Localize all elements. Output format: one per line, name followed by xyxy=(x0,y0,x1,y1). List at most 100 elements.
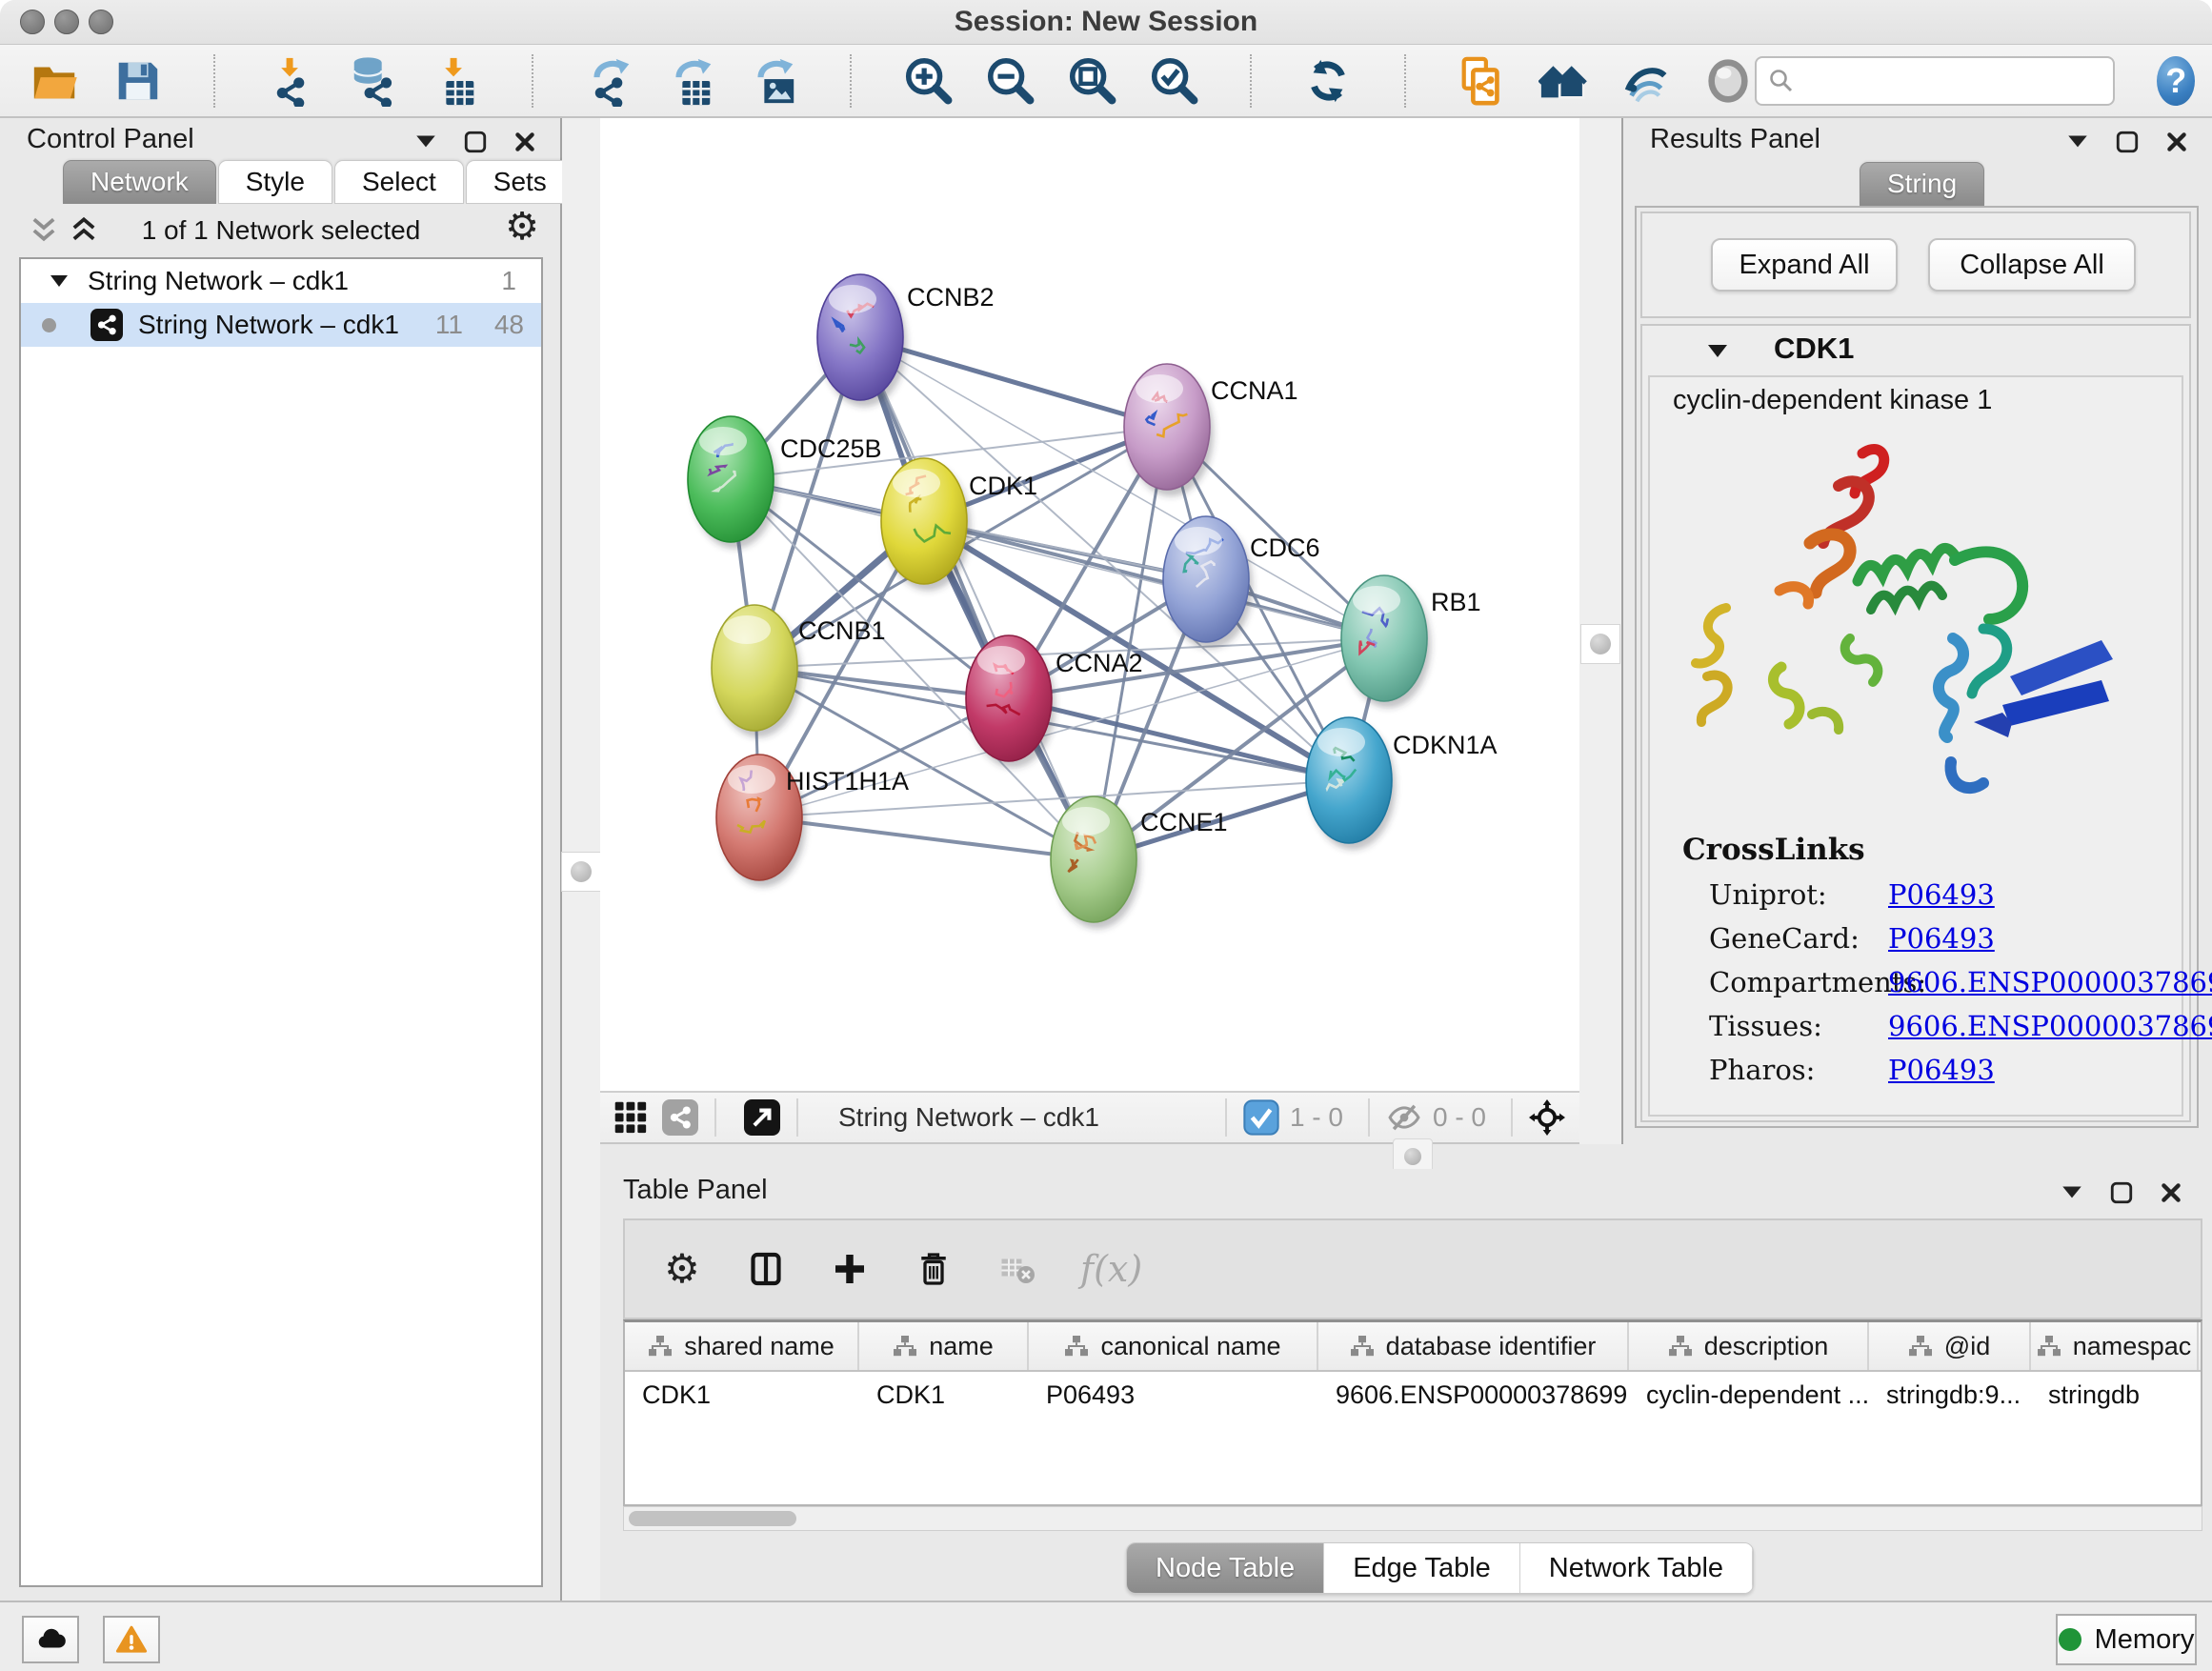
cloud-icon xyxy=(34,1623,67,1656)
crosslink-label: Uniprot: xyxy=(1709,878,1827,911)
cytoscape-window: Session: New Session ? Control Panel Net… xyxy=(0,0,2212,1671)
network-row-selected[interactable]: String Network – cdk1 11 48 xyxy=(21,303,541,347)
delete-column-icon[interactable] xyxy=(913,1248,955,1290)
crosslink-label: Pharos: xyxy=(1709,1054,1815,1086)
zoom-out-icon[interactable] xyxy=(983,54,1036,108)
export-network-icon[interactable] xyxy=(583,54,636,108)
float-panel-icon[interactable] xyxy=(413,130,438,154)
scrollbar-thumb[interactable] xyxy=(629,1511,796,1526)
network-edge-CCNE1-HIST1H1A[interactable] xyxy=(759,817,1094,859)
collection-expand-icon[interactable] xyxy=(48,266,70,296)
close-panel-icon[interactable] xyxy=(2159,1180,2183,1205)
column-header-database-identifier[interactable]: database identifier xyxy=(1318,1322,1629,1370)
selected-nodes-checkbox[interactable] xyxy=(1242,1098,1280,1137)
home-icon[interactable] xyxy=(1538,54,1591,108)
close-panel-icon[interactable] xyxy=(513,130,537,154)
search-field[interactable] xyxy=(1755,56,2115,106)
network-node-CDC6[interactable] xyxy=(1163,516,1253,649)
import-network-from-database-icon[interactable] xyxy=(347,54,400,108)
section-collapse-icon[interactable] xyxy=(1705,341,1730,365)
close-panel-icon[interactable] xyxy=(2164,130,2189,154)
apply-layout-icon[interactable] xyxy=(1301,54,1355,108)
crosslink-link[interactable]: P06493 xyxy=(1888,878,1995,911)
zoom-in-icon[interactable] xyxy=(901,54,955,108)
zoom-fit-icon[interactable] xyxy=(1065,54,1118,108)
network-node-CDC25B[interactable] xyxy=(688,416,777,549)
tab-string[interactable]: String xyxy=(1860,162,1984,206)
detach-view-icon[interactable] xyxy=(743,1098,781,1137)
open-session-icon[interactable] xyxy=(29,54,82,108)
network-node-CCNA2[interactable] xyxy=(966,635,1056,768)
crosslink-row: Compartments:9606.ENSP00000378699 xyxy=(1650,966,2182,1010)
create-column-icon[interactable] xyxy=(829,1248,871,1290)
save-session-icon[interactable] xyxy=(111,54,164,108)
float-panel-icon[interactable] xyxy=(2060,1180,2084,1205)
left-splitter-handle[interactable] xyxy=(561,852,601,892)
crosslink-link[interactable]: 9606.ENSP00000378699 xyxy=(1888,966,2212,998)
import-network-from-file-icon[interactable] xyxy=(265,54,318,108)
zoom-selected-icon[interactable] xyxy=(1147,54,1200,108)
grid-view-icon[interactable] xyxy=(612,1098,650,1137)
table-cell: CDK1 xyxy=(859,1372,1029,1418)
table-panel: Table Panel ⚙ f(x) shared namenamecanoni… xyxy=(600,1169,2212,1601)
network-share-view-icon[interactable] xyxy=(661,1098,699,1137)
window-title: Session: New Session xyxy=(0,0,2212,44)
table-row[interactable]: CDK1CDK1P064939606.ENSP00000378699cyclin… xyxy=(625,1372,2201,1418)
crosslink-link[interactable]: 9606.ENSP00000378699 xyxy=(1888,1010,2212,1042)
control-panel-title: Control Panel xyxy=(27,124,194,155)
network-node-CCNE1[interactable] xyxy=(1051,796,1140,929)
maximize-panel-icon[interactable] xyxy=(2115,130,2140,154)
tab-network[interactable]: Network xyxy=(63,160,216,204)
tab-style[interactable]: Style xyxy=(218,160,332,204)
table-options-gear-icon[interactable]: ⚙ xyxy=(661,1248,703,1290)
network-node-CCNB1[interactable] xyxy=(712,605,801,737)
column-header-canonical-name[interactable]: canonical name xyxy=(1029,1322,1318,1370)
show-columns-icon[interactable] xyxy=(745,1248,787,1290)
clone-network-icon[interactable] xyxy=(1456,54,1509,108)
crosslink-link[interactable]: P06493 xyxy=(1888,922,1995,955)
tab-network-table[interactable]: Network Table xyxy=(1520,1543,1753,1593)
column-header-@id[interactable]: @id xyxy=(1869,1322,2031,1370)
memory-button[interactable]: Memory xyxy=(2056,1614,2197,1665)
network-options-gear-icon[interactable]: ⚙ xyxy=(505,206,539,248)
maximize-panel-icon[interactable] xyxy=(463,130,488,154)
toolbar-separator xyxy=(532,54,533,108)
app-store-cloud-button[interactable] xyxy=(22,1616,79,1663)
tab-node-table[interactable]: Node Table xyxy=(1127,1543,1324,1593)
function-builder-icon: f(x) xyxy=(1080,1248,1142,1290)
network-node-CDKN1A[interactable] xyxy=(1306,717,1396,850)
column-header-description[interactable]: description xyxy=(1629,1322,1869,1370)
tab-select[interactable]: Select xyxy=(334,160,464,204)
export-table-icon[interactable] xyxy=(665,54,718,108)
float-panel-icon[interactable] xyxy=(2065,130,2090,154)
tab-edge-table[interactable]: Edge Table xyxy=(1324,1543,1520,1593)
crosslinks-title: CrossLinks xyxy=(1682,833,1865,867)
string-results-container: Expand All Collapse All CDK1 cyclin-depe… xyxy=(1635,206,2199,1128)
birds-eye-icon[interactable] xyxy=(1701,54,1755,108)
pan-crosshair-icon[interactable] xyxy=(1528,1098,1566,1137)
right-splitter-handle[interactable] xyxy=(1580,624,1620,664)
expand-all-button[interactable]: Expand All xyxy=(1711,238,1898,292)
maximize-panel-icon[interactable] xyxy=(2109,1180,2134,1205)
node-description: cyclin-dependent kinase 1 xyxy=(1673,385,1992,416)
table-horizontal-scrollbar[interactable] xyxy=(623,1506,2202,1531)
column-header-namespac[interactable]: namespac xyxy=(2031,1322,2199,1370)
network-node-RB1[interactable] xyxy=(1341,575,1431,708)
tab-sets[interactable]: Sets xyxy=(466,160,574,204)
left-splitter[interactable] xyxy=(562,118,600,1601)
right-splitter[interactable] xyxy=(1579,118,1621,1144)
crosslink-link[interactable]: P06493 xyxy=(1888,1054,1995,1086)
network-node-CCNB2[interactable] xyxy=(817,274,907,407)
column-header-shared-name[interactable]: shared name xyxy=(625,1322,859,1370)
collapse-all-button[interactable]: Collapse All xyxy=(1928,238,2136,292)
export-image-icon[interactable] xyxy=(747,54,800,108)
horizontal-splitter[interactable] xyxy=(600,1144,2212,1169)
import-table-icon[interactable] xyxy=(429,54,482,108)
network-canvas[interactable]: CCNB2CCNA1CDC25BCDK1CDC6RB1CCNB1CCNA2CDK… xyxy=(600,118,1579,1091)
column-header-name[interactable]: name xyxy=(859,1322,1029,1370)
show-graphics-details-icon[interactable] xyxy=(1619,54,1673,108)
network-collection-row[interactable]: String Network – cdk1 1 xyxy=(21,259,541,303)
search-input[interactable] xyxy=(1802,60,2212,100)
warnings-button[interactable] xyxy=(103,1616,160,1663)
status-bar: Memory xyxy=(0,1601,2212,1671)
